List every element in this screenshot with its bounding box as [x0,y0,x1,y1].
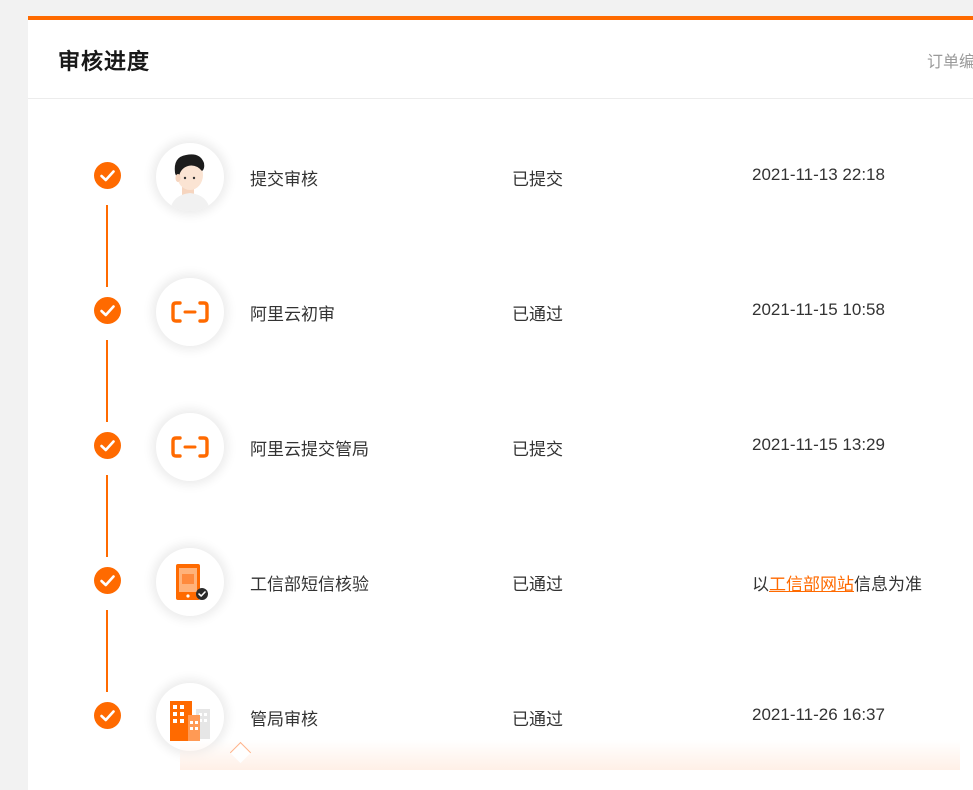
step-item: 阿里云提交管局 已提交 2021-11-15 13:29 [28,413,973,481]
step-item: 工信部短信核验 已通过 以工信部网站信息为准 [28,548,973,616]
phone-verify-icon [156,548,224,616]
step-status: 已通过 [512,710,563,729]
step-name: 提交审核 [250,170,318,189]
step-time: 2021-11-15 10:58 [752,300,885,319]
step-time: 2021-11-26 16:37 [752,705,885,724]
note-suffix: 信息为准 [854,575,922,594]
progress-steps: 提交审核 已提交 2021-11-13 22:18 阿里云初审 已通过 2021… [28,20,973,790]
step-time: 2021-11-15 13:29 [752,435,885,454]
step-name: 阿里云提交管局 [250,440,369,459]
step-status: 已提交 [512,170,563,189]
step-item: 阿里云初审 已通过 2021-11-15 10:58 [28,278,973,346]
step-name: 阿里云初审 [250,305,335,324]
aliyun-logo-icon [156,413,224,481]
note-prefix: 以 [752,575,769,594]
check-icon [94,297,121,324]
step-name: 管局审核 [250,710,318,729]
check-icon [94,567,121,594]
miit-website-link[interactable]: 工信部网站 [769,575,854,594]
step-status: 已通过 [512,305,563,324]
step-connector [106,475,108,557]
user-avatar-icon [156,143,224,211]
check-icon [94,162,121,189]
check-icon [94,432,121,459]
progress-card: 审核进度 订单编号 提交审核 [28,16,973,790]
step-connector [106,610,108,692]
step-item: 管局审核 已通过 2021-11-26 16:37 [28,683,973,751]
step-status: 已通过 [512,575,563,594]
step-time-note: 以工信部网站信息为准 [752,570,922,595]
step-status: 已提交 [512,440,563,459]
step-name: 工信部短信核验 [250,575,369,594]
check-icon [94,702,121,729]
step-connector [106,340,108,422]
aliyun-logo-icon [156,278,224,346]
step-item: 提交审核 已提交 2021-11-13 22:18 [28,143,973,211]
step-time: 2021-11-13 22:18 [752,165,885,184]
bottom-highlight [180,740,960,770]
step-connector [106,205,108,287]
